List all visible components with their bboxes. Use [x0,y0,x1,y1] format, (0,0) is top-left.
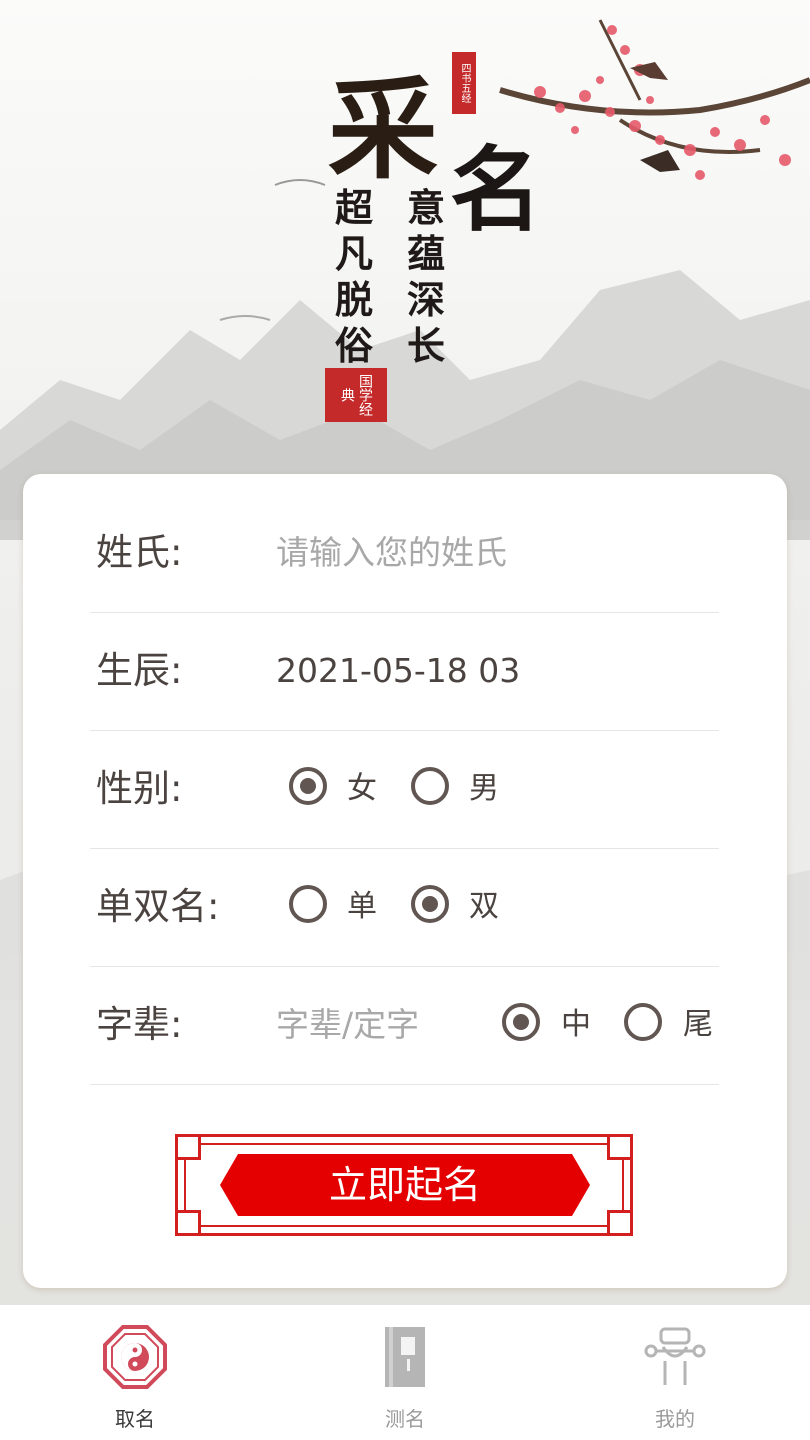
generation-label: 字辈: [96,1003,183,1046]
surname-input[interactable]: 请输入您的姓氏 [276,494,706,612]
seal-top: 四书五经 [452,52,476,114]
slogan-right-char: 长 [406,323,445,368]
tab-naming[interactable]: 取名 [0,1305,270,1440]
gender-female-radio[interactable] [289,767,327,805]
gender-male-label[interactable]: 男 [469,730,499,848]
gender-female-label[interactable]: 女 [347,730,377,848]
bottom-tab-bar: 取名 测名 我的 [0,1305,810,1440]
name-double-radio[interactable] [411,885,449,923]
book-icon [385,1327,425,1387]
slogan-right-char: 深 [406,277,445,322]
slogan-left-char: 凡 [334,231,373,276]
slogan-left: 超 凡 脱 俗 [332,185,376,369]
slogan-left-char: 俗 [334,323,373,368]
frame-corner [175,1210,201,1236]
slogan-left-char: 超 [334,185,373,230]
birth-row: 生辰: 2021-05-18 03 [90,612,719,731]
position-end-radio[interactable] [624,1003,662,1041]
slogan-right: 意 蕴 深 长 [404,185,448,369]
position-middle-radio[interactable] [502,1003,540,1041]
tab-test-name[interactable]: 测名 [270,1305,540,1440]
generation-row: 字辈: 字辈/定字 中 尾 [90,966,719,1085]
tab-profile-label: 我的 [655,1407,695,1431]
slogan-right-char: 意 [406,185,445,230]
bagua-icon [103,1325,167,1389]
seal-bottom: 国学经典 [325,368,387,422]
name-single-radio[interactable] [289,885,327,923]
surname-label: 姓氏: [96,531,183,574]
tab-profile[interactable]: 我的 [540,1305,810,1440]
name-length-label: 单双名: [96,885,220,928]
birth-label: 生辰: [96,649,183,692]
frame-corner [607,1134,633,1160]
birth-datetime-picker[interactable]: 2021-05-18 03 [276,612,520,730]
slogan-left-char: 脱 [334,277,373,322]
generate-name-button[interactable]: 立即起名 [220,1154,590,1216]
surname-row: 姓氏: 请输入您的姓氏 [90,494,719,613]
title-char-cai: 采 [328,65,438,194]
submit-button-frame: 立即起名 [175,1134,633,1236]
gender-row: 性别: 女 男 [90,730,719,849]
profile-icon [644,1327,706,1385]
frame-corner [607,1210,633,1236]
title-char-ming: 名 [450,136,543,244]
position-end-label[interactable]: 尾 [683,966,713,1084]
name-double-label[interactable]: 双 [469,848,499,966]
tab-test-name-label: 测名 [385,1407,425,1431]
gender-label: 性别: [96,767,183,810]
frame-corner [175,1134,201,1160]
name-single-label[interactable]: 单 [347,848,377,966]
slogan-right-char: 蕴 [406,231,445,276]
naming-form-card: 姓氏: 请输入您的姓氏 生辰: 2021-05-18 03 性别: 女 男 单双… [23,474,787,1288]
gender-male-radio[interactable] [411,767,449,805]
tab-naming-label: 取名 [115,1407,155,1431]
name-length-row: 单双名: 单 双 [90,848,719,967]
generation-input[interactable]: 字辈/定字 [276,966,476,1084]
position-middle-label[interactable]: 中 [561,966,591,1084]
